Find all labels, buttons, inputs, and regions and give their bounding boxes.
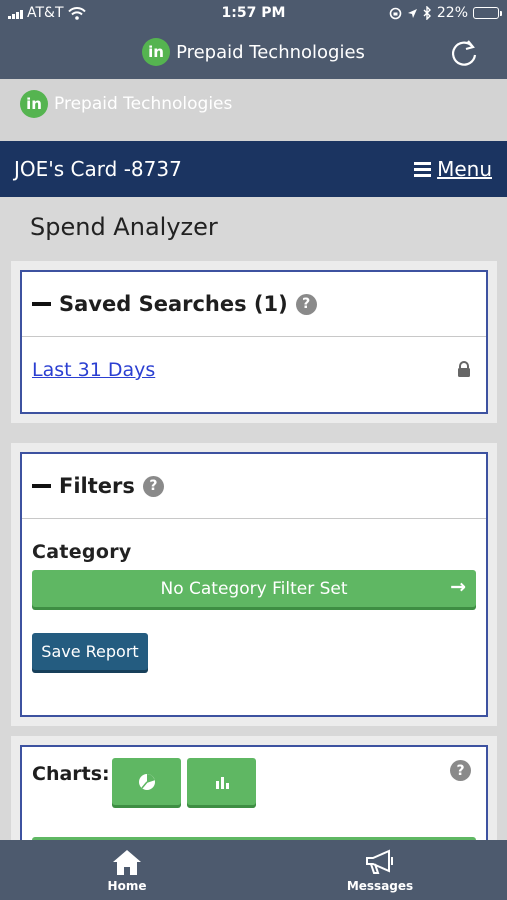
hamburger-icon — [414, 161, 432, 177]
category-filter-label: No Category Filter Set — [160, 578, 348, 599]
saved-search-item: Last 31 Days — [32, 359, 155, 381]
tab-home-label: Home — [107, 879, 147, 893]
banner-logo-icon: in — [20, 90, 48, 118]
filters-section: Filters ? Category No Category Filter Se… — [11, 443, 497, 726]
brand-logo-icon: in — [142, 38, 171, 66]
bar-chart-button[interactable] — [187, 758, 256, 805]
app-header: in Prepaid Technologies — [0, 28, 507, 79]
charts-panel: Charts: ? — [20, 745, 488, 849]
banner-brand-name: Prepaid Technologies — [54, 94, 233, 114]
tab-messages[interactable]: Messages — [330, 848, 430, 893]
saved-searches-title: Saved Searches (1) — [59, 292, 288, 316]
saved-searches-panel: Saved Searches (1) ? Last 31 Days — [20, 270, 488, 414]
refresh-icon[interactable] — [447, 38, 481, 68]
help-icon[interactable]: ? — [450, 760, 471, 781]
help-icon[interactable]: ? — [295, 293, 317, 315]
category-filter-button[interactable]: No Category Filter Set → — [32, 570, 476, 607]
location-icon — [407, 8, 417, 18]
screen-rotation-lock-icon — [389, 7, 402, 19]
battery-icon — [473, 7, 502, 19]
card-header: JOE's Card -8737 Menu — [0, 141, 507, 197]
bar-chart-icon — [215, 776, 229, 789]
megaphone-icon — [366, 849, 393, 874]
divider — [22, 336, 486, 337]
pie-chart-icon — [138, 773, 155, 790]
brand-name: Prepaid Technologies — [176, 41, 365, 63]
status-bar: AT&T 1:57 PM 22% — [0, 0, 507, 28]
saved-searches-header[interactable]: Saved Searches (1) ? — [22, 292, 317, 316]
arrow-right-icon: → — [450, 576, 466, 598]
divider — [22, 518, 486, 519]
menu-button[interactable]: Menu — [414, 157, 492, 181]
menu-label: Menu — [437, 157, 492, 181]
collapse-icon — [32, 484, 51, 488]
filters-header[interactable]: Filters ? — [22, 474, 164, 498]
saved-searches-section: Saved Searches (1) ? Last 31 Days — [11, 261, 497, 423]
tab-home[interactable]: Home — [77, 848, 177, 893]
home-icon — [113, 850, 141, 875]
save-report-button[interactable]: Save Report — [32, 633, 148, 670]
filters-title: Filters — [59, 474, 135, 498]
help-icon[interactable]: ? — [142, 475, 164, 497]
filters-panel: Filters ? Category No Category Filter Se… — [20, 452, 488, 717]
bottom-tab-bar: Home Messages — [0, 840, 507, 900]
pie-chart-button[interactable] — [112, 758, 181, 805]
battery-percent: 22% — [436, 5, 468, 21]
lock-icon — [458, 361, 470, 377]
saved-search-link[interactable]: Last 31 Days — [32, 359, 155, 381]
tab-messages-label: Messages — [346, 879, 414, 893]
app-brand: in Prepaid Technologies — [0, 38, 507, 66]
banner-brand: in Prepaid Technologies — [20, 90, 232, 118]
page-title: Spend Analyzer — [30, 213, 218, 241]
card-title: JOE's Card -8737 — [14, 157, 182, 181]
bluetooth-icon — [423, 6, 431, 20]
brand-banner: in Prepaid Technologies — [0, 79, 507, 141]
charts-section: Charts: ? — [11, 736, 497, 849]
collapse-icon — [32, 302, 51, 306]
charts-title: Charts: — [32, 763, 110, 785]
category-label: Category — [32, 541, 132, 563]
